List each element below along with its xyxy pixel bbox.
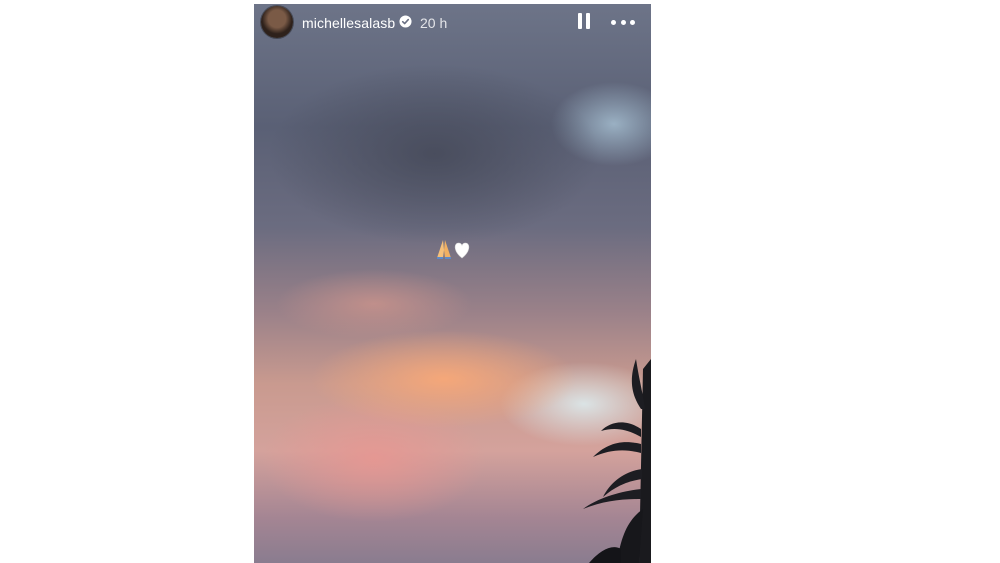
pause-icon[interactable] — [577, 13, 591, 31]
emoji-sticker — [437, 240, 470, 259]
verified-badge-icon — [399, 15, 412, 28]
story-viewer[interactable]: michellesalasb 20 h — [254, 4, 651, 563]
more-options-icon[interactable] — [611, 13, 635, 31]
avatar[interactable] — [261, 6, 293, 38]
post-time: 20 h — [420, 15, 448, 31]
story-header: michellesalasb 20 h — [254, 4, 651, 42]
white-heart-emoji — [454, 242, 470, 259]
palm-tree-silhouette — [583, 359, 651, 563]
username-label[interactable]: michellesalasb — [302, 15, 395, 31]
folded-hands-emoji — [437, 240, 451, 259]
